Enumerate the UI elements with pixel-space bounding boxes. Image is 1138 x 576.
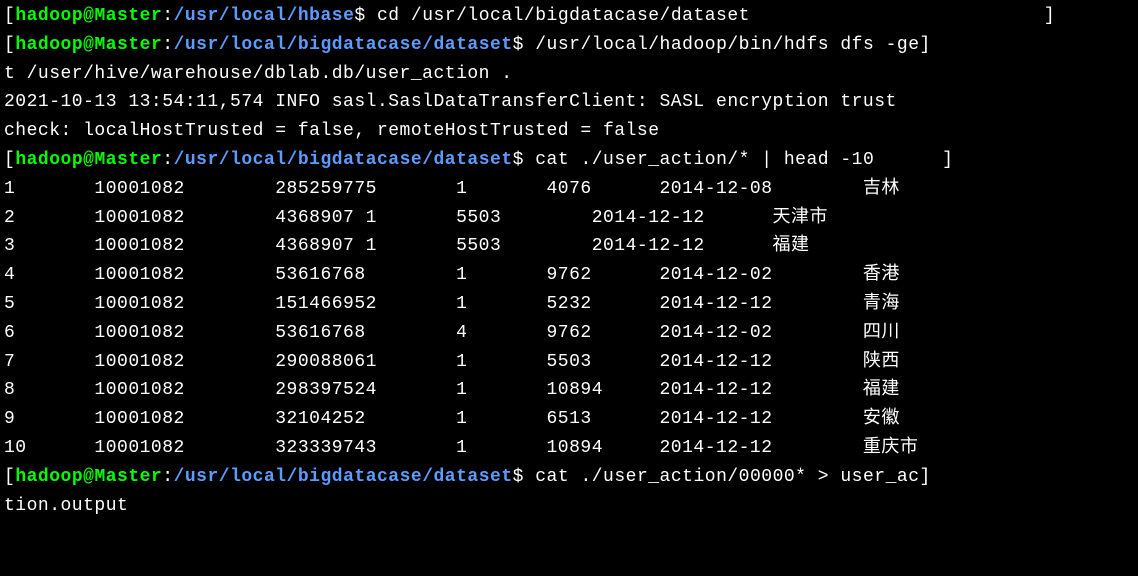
prompt-path: /usr/local/bigdatacase/dataset [174,467,513,487]
prompt-dollar: $ [513,35,536,55]
trailing: ] [750,6,1055,26]
prompt-dollar: $ [513,150,536,170]
prompt-line: [hadoop@Master:/usr/local/bigdatacase/da… [4,146,1134,175]
prompt-user: hadoop [15,35,83,55]
prompt-host: Master [94,150,162,170]
table-row: 8 10001082 298397524 1 10894 2014-12-12 … [4,376,1134,405]
prompt-colon: : [162,467,173,487]
command-text: cat ./user_action/* | head -10 [535,150,874,170]
prompt-at: @ [83,35,94,55]
trailing: ] [920,35,931,55]
prompt-at: @ [83,6,94,26]
table-row: 5 10001082 151466952 1 5232 2014-12-12 青… [4,290,1134,319]
bracket: [ [4,35,15,55]
trailing: ] [874,150,953,170]
table-row: 10 10001082 323339743 1 10894 2014-12-12… [4,434,1134,463]
prompt-at: @ [83,467,94,487]
prompt-dollar: $ [513,467,536,487]
bracket: [ [4,6,15,26]
command-text: cd /usr/local/bigdatacase/dataset [377,6,750,26]
prompt-colon: : [162,35,173,55]
command-text: cat ./user_action/00000* > user_ac [535,467,919,487]
log-output: 2021-10-13 13:54:11,574 INFO sasl.SaslDa… [4,88,1134,117]
command-continuation: tion.output [4,492,1134,521]
prompt-path: /usr/local/bigdatacase/dataset [174,35,513,55]
prompt-host: Master [94,467,162,487]
log-output: check: localHostTrusted = false, remoteH… [4,117,1134,146]
table-row: 1 10001082 285259775 1 4076 2014-12-08 吉… [4,175,1134,204]
bracket: [ [4,150,15,170]
prompt-line: [hadoop@Master:/usr/local/bigdatacase/da… [4,31,1134,60]
table-row: 4 10001082 53616768 1 9762 2014-12-02 香港 [4,261,1134,290]
trailing: ] [920,467,931,487]
prompt-colon: : [162,6,173,26]
prompt-line: [hadoop@Master:/usr/local/hbase$ cd /usr… [4,2,1134,31]
table-row: 3 10001082 4368907 1 5503 2014-12-12 福建 [4,232,1134,261]
prompt-host: Master [94,35,162,55]
prompt-at: @ [83,150,94,170]
table-row: 7 10001082 290088061 1 5503 2014-12-12 陕… [4,348,1134,377]
prompt-colon: : [162,150,173,170]
bracket: [ [4,467,15,487]
table-output: 1 10001082 285259775 1 4076 2014-12-08 吉… [4,175,1134,463]
prompt-user: hadoop [15,6,83,26]
table-row: 2 10001082 4368907 1 5503 2014-12-12 天津市 [4,204,1134,233]
prompt-path: /usr/local/bigdatacase/dataset [174,150,513,170]
prompt-path: /usr/local/hbase [174,6,355,26]
prompt-user: hadoop [15,467,83,487]
table-row: 6 10001082 53616768 4 9762 2014-12-02 四川 [4,319,1134,348]
command-continuation: t /user/hive/warehouse/dblab.db/user_act… [4,60,1134,89]
terminal[interactable]: [hadoop@Master:/usr/local/hbase$ cd /usr… [4,2,1134,520]
prompt-user: hadoop [15,150,83,170]
prompt-host: Master [94,6,162,26]
table-row: 9 10001082 32104252 1 6513 2014-12-12 安徽 [4,405,1134,434]
prompt-dollar: $ [354,6,377,26]
prompt-line: [hadoop@Master:/usr/local/bigdatacase/da… [4,463,1134,492]
command-text: /usr/local/hadoop/bin/hdfs dfs -ge [535,35,919,55]
